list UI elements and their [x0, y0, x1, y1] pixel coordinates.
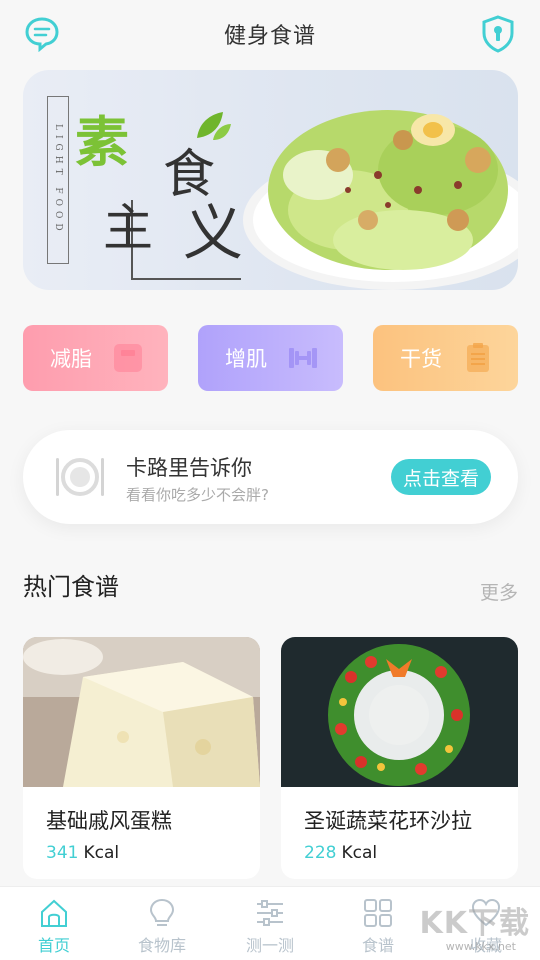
lightbulb-icon: [149, 898, 175, 926]
category-muscle-gain[interactable]: 增肌: [198, 325, 343, 391]
category-row: 减脂 增肌 干货: [23, 325, 518, 391]
recipe-image: [23, 637, 260, 787]
tab-test[interactable]: 测一测: [216, 887, 324, 960]
salad-image: [243, 110, 518, 290]
plate-fork-knife-icon: [56, 458, 104, 496]
calorie-title: 卡路里告诉你: [126, 456, 252, 480]
chat-bubble-icon[interactable]: [22, 14, 62, 54]
kcal-value: 228: [304, 843, 337, 863]
shield-keyhole-icon[interactable]: [478, 14, 518, 54]
view-calorie-button[interactable]: 点击查看: [391, 459, 491, 495]
tab-food-library[interactable]: 食物库: [108, 887, 216, 960]
page-title: 健身食谱: [223, 24, 316, 49]
scale-icon: [114, 344, 142, 372]
category-fat-loss[interactable]: 减脂: [23, 325, 168, 391]
banner-char-3: 主: [103, 199, 153, 257]
recipe-kcal: 228 Kcal: [304, 843, 377, 863]
clipboard-icon: [467, 343, 489, 372]
calorie-subtitle: 看看你吃多少不会胖?: [126, 486, 269, 504]
recipe-kcal: 341 Kcal: [46, 843, 119, 863]
dumbbell-icon: [289, 348, 317, 368]
sliders-icon: [257, 900, 283, 926]
tab-home[interactable]: 首页: [0, 887, 108, 960]
tab-label: 首页: [37, 936, 70, 955]
tab-label: 食谱: [361, 936, 394, 955]
category-label: 减脂: [50, 347, 92, 371]
category-tips[interactable]: 干货: [373, 325, 518, 391]
leaf-icon: [197, 112, 231, 140]
top-bar: 健身食谱: [0, 0, 540, 68]
more-link[interactable]: 更多: [480, 578, 518, 605]
home-icon: [41, 899, 67, 927]
kcal-unit: Kcal: [83, 843, 120, 863]
kcal-value: 341: [46, 843, 79, 863]
banner-vertical-text: LIGHT FOOD: [53, 124, 63, 236]
recipe-name: 基础戚风蛋糕: [46, 809, 172, 833]
category-label: 增肌: [225, 347, 267, 371]
grid-icon: [364, 899, 392, 927]
tab-label: 食物库: [137, 936, 186, 955]
recipe-card[interactable]: 基础戚风蛋糕 341 Kcal: [23, 637, 260, 879]
category-label: 干货: [400, 347, 442, 371]
tab-label: 测一测: [245, 936, 294, 955]
tab-recipes[interactable]: 食谱: [324, 887, 432, 960]
banner-char-1: 素: [75, 110, 129, 174]
section-title: 热门食谱: [23, 573, 119, 601]
recipe-name: 圣诞蔬菜花环沙拉: [304, 809, 472, 833]
recipe-card[interactable]: 圣诞蔬菜花环沙拉 228 Kcal: [281, 637, 518, 879]
kcal-unit: Kcal: [341, 843, 378, 863]
heart-icon: [471, 898, 501, 927]
promo-banner[interactable]: LIGHT FOOD 素 食 主 义: [23, 70, 518, 290]
bottom-tab-bar: 首页 食物库 测一测 食谱 收藏: [0, 886, 540, 960]
recipe-image: [281, 637, 518, 787]
calorie-card[interactable]: 卡路里告诉你 看看你吃多少不会胖? 点击查看: [23, 430, 518, 524]
tab-label: 收藏: [469, 936, 502, 955]
tab-favorites[interactable]: 收藏: [432, 887, 540, 960]
